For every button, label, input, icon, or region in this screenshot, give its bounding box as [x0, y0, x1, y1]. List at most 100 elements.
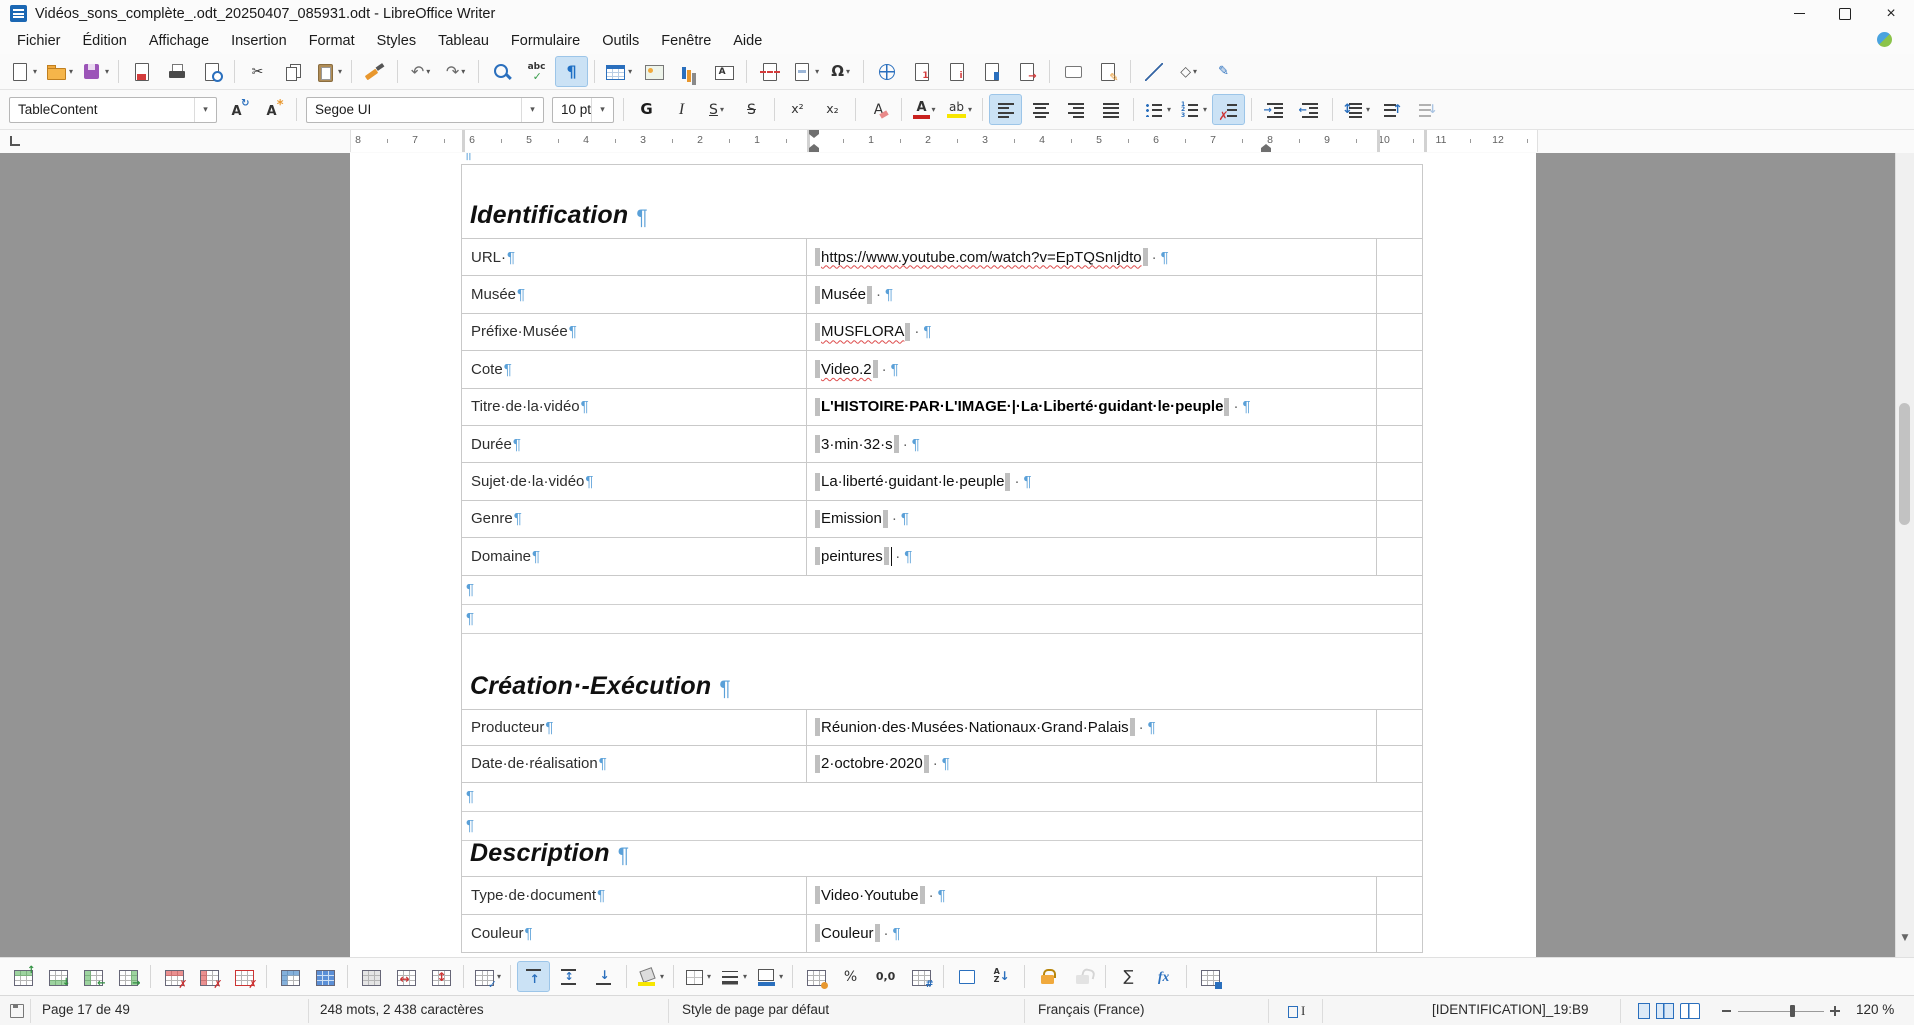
insert-cross-reference-button[interactable] — [1010, 56, 1043, 87]
italic-button[interactable]: I — [665, 94, 698, 125]
align-right-button[interactable] — [1059, 94, 1092, 125]
insert-column-after-button[interactable] — [111, 961, 144, 992]
dropdown-arrow-icon[interactable]: ▾ — [338, 67, 342, 76]
no-list-button[interactable] — [1212, 94, 1245, 125]
row-empty-cell[interactable] — [1377, 538, 1422, 574]
basic-shapes-button[interactable]: ◇▾ — [1172, 56, 1205, 87]
row-label-cell[interactable]: Type·de·document¶ — [462, 877, 807, 914]
insert-table-button[interactable]: ▾ — [601, 56, 635, 87]
cut-button[interactable]: ✂ — [241, 56, 274, 87]
menu-item-format[interactable]: Format — [298, 30, 366, 52]
number-format-button[interactable] — [904, 961, 937, 992]
insert-line-button[interactable] — [1137, 56, 1170, 87]
row-label-cell[interactable]: Préfixe·Musée¶ — [462, 314, 807, 350]
row-label-cell[interactable]: Domaine¶ — [462, 538, 807, 574]
close-button[interactable]: × — [1868, 0, 1914, 27]
underline-button[interactable]: S▾ — [700, 94, 733, 125]
font-name-combobox[interactable]: Segoe UI ▾ — [306, 97, 544, 123]
dropdown-arrow-icon[interactable]: ▾ — [105, 67, 109, 76]
dropdown-arrow-icon[interactable]: ▾ — [815, 67, 819, 76]
show-draw-functions-button[interactable]: ✎ — [1207, 56, 1240, 87]
insert-chart-button[interactable] — [672, 56, 705, 87]
row-value-cell[interactable]: 2·octobre·2020·¶ — [807, 746, 1377, 782]
dropdown-arrow-icon[interactable]: ▾ — [968, 105, 972, 114]
dropdown-arrow-icon[interactable]: ▾ — [743, 972, 747, 981]
single-page-view-icon[interactable] — [1638, 1003, 1650, 1019]
row-label-cell[interactable]: Musée¶ — [462, 276, 807, 312]
line-spacing-button[interactable]: ▾ — [1339, 94, 1373, 125]
row-value-cell[interactable]: Video·Youtube·¶ — [807, 877, 1377, 914]
insert-row-below-button[interactable] — [41, 961, 74, 992]
optimize-size-button[interactable]: ▾ — [470, 961, 504, 992]
section-heading-row[interactable]: Création·-Exécution¶ — [462, 634, 1422, 710]
undo-button[interactable]: ↶▾ — [404, 56, 437, 87]
menu-item-formulaire[interactable]: Formulaire — [500, 30, 591, 52]
delete-column-button[interactable] — [192, 961, 225, 992]
insert-column-before-button[interactable] — [76, 961, 109, 992]
row-empty-cell[interactable] — [1377, 915, 1422, 952]
open-file-button[interactable]: ▾ — [42, 56, 76, 87]
insert-textbox-button[interactable] — [707, 56, 740, 87]
row-label-cell[interactable]: Cote¶ — [462, 351, 807, 387]
print-button[interactable] — [160, 56, 193, 87]
dropdown-arrow-icon[interactable]: ▾ — [426, 67, 430, 76]
row-label-cell[interactable]: Durée¶ — [462, 426, 807, 462]
insert-row-above-button[interactable] — [6, 961, 39, 992]
selection-mode-icon[interactable] — [1288, 1004, 1312, 1018]
menu-item-aide[interactable]: Aide — [722, 30, 773, 52]
row-label-cell[interactable]: Titre·de·la·vidéo¶ — [462, 389, 807, 425]
zoom-slider-thumb[interactable] — [1790, 1005, 1795, 1017]
insert-comment-button[interactable] — [1056, 56, 1089, 87]
row-value-cell[interactable]: Emission·¶ — [807, 501, 1377, 537]
row-value-cell[interactable]: peintures·¶ — [807, 538, 1377, 574]
align-justify-button[interactable] — [1094, 94, 1127, 125]
row-value-cell[interactable]: MUSFLORA·¶ — [807, 314, 1377, 350]
sum-button[interactable]: ∑ — [1112, 961, 1145, 992]
dropdown-arrow-icon[interactable]: ▾ — [932, 105, 936, 114]
paragraph-style-combobox[interactable]: TableContent ▾ — [9, 97, 217, 123]
dropdown-arrow-icon[interactable]: ▾ — [720, 105, 724, 114]
row-empty-cell[interactable] — [1377, 746, 1422, 782]
chevron-down-icon[interactable]: ▾ — [194, 98, 216, 122]
table-background-color-button[interactable]: ▾ — [633, 961, 667, 992]
dropdown-arrow-icon[interactable]: ▾ — [779, 972, 783, 981]
vertical-scrollbar[interactable]: ▼ — [1895, 153, 1914, 957]
insert-field-button[interactable]: ▾ — [788, 56, 822, 87]
zoom-in-icon[interactable] — [1830, 1006, 1840, 1016]
row-label-cell[interactable]: Date·de·réalisation¶ — [462, 746, 807, 782]
row-label-cell[interactable]: Producteur¶ — [462, 710, 807, 746]
dropdown-arrow-icon[interactable]: ▾ — [1193, 67, 1197, 76]
menu-item-affichage[interactable]: Affichage — [138, 30, 220, 52]
increase-paragraph-spacing-button[interactable] — [1375, 94, 1408, 125]
dropdown-arrow-icon[interactable]: ▾ — [497, 972, 501, 981]
row-value-cell[interactable]: L'HISTOIRE·PAR·L'IMAGE·|·La·Liberté·guid… — [807, 389, 1377, 425]
dropdown-arrow-icon[interactable]: ▾ — [461, 67, 465, 76]
track-changes-button[interactable] — [1091, 56, 1124, 87]
status-zoom-level[interactable]: 120 % — [1856, 1002, 1894, 1017]
section-heading-row[interactable]: Description¶ — [462, 841, 1422, 877]
select-table-button[interactable] — [308, 961, 341, 992]
table-properties-button[interactable] — [1193, 961, 1226, 992]
first-line-indent-marker[interactable] — [809, 130, 819, 138]
center-vertically-button[interactable] — [552, 961, 585, 992]
copy-button[interactable] — [276, 56, 309, 87]
row-empty-cell[interactable] — [1377, 276, 1422, 312]
menu-item-fenetre[interactable]: Fenêtre — [650, 30, 722, 52]
minimize-button[interactable] — [1776, 0, 1822, 27]
save-button[interactable]: ▾ — [78, 56, 112, 87]
font-size-combobox[interactable]: 10 pt ▾ — [552, 97, 614, 123]
align-left-button[interactable] — [989, 94, 1022, 125]
print-preview-button[interactable] — [195, 56, 228, 87]
highlight-color-button[interactable]: ab▾ — [943, 94, 976, 125]
row-label-cell[interactable]: URL·¶ — [462, 239, 807, 275]
formatting-marks-button[interactable]: ¶ — [555, 56, 588, 87]
number-format-decimal-button[interactable]: 0,0 — [869, 961, 902, 992]
menu-item-tableau[interactable]: Tableau — [427, 30, 500, 52]
delete-row-button[interactable] — [157, 961, 190, 992]
menu-item-styles[interactable]: Styles — [366, 30, 428, 52]
increase-indent-button[interactable] — [1258, 94, 1291, 125]
clear-formatting-button[interactable]: A — [862, 94, 895, 125]
row-value-cell[interactable]: Réunion·des·Musées·Nationaux·Grand·Palai… — [807, 710, 1377, 746]
insert-endnote-button[interactable] — [940, 56, 973, 87]
insert-footnote-button[interactable] — [905, 56, 938, 87]
